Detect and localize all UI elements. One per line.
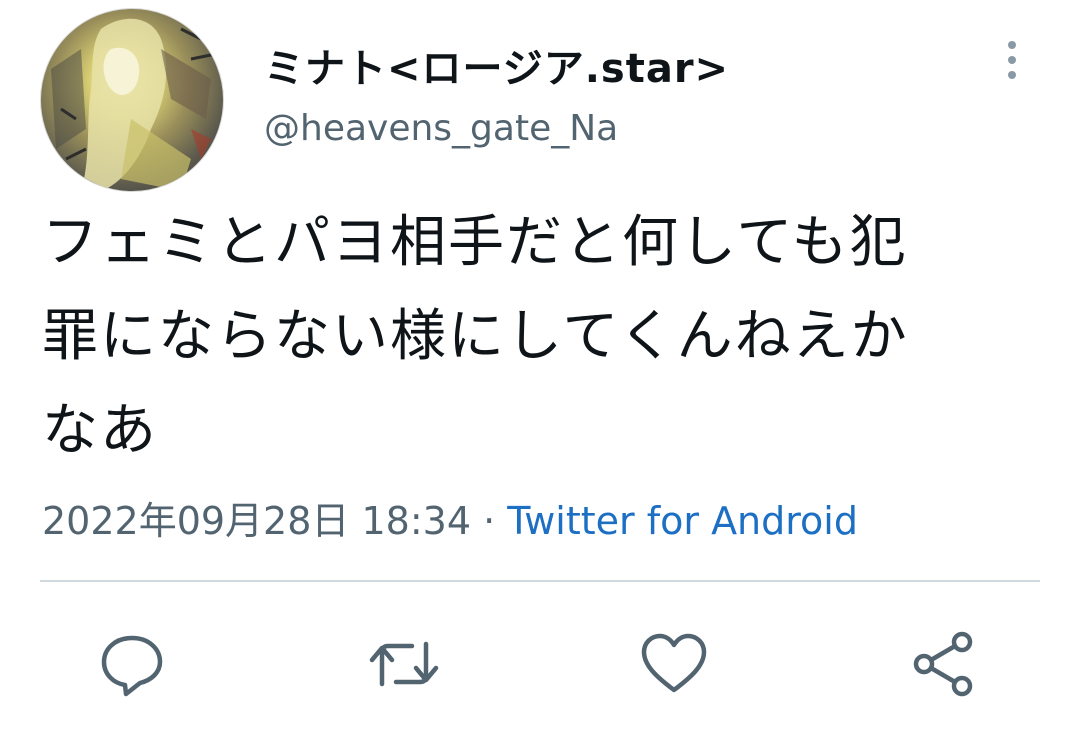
more-options-button[interactable] [1000,38,1024,86]
like-button[interactable] [638,628,710,700]
display-name[interactable]: ミナト<ロージア.star> [264,36,729,94]
source-link[interactable]: Twitter for Android [507,499,858,543]
avatar[interactable] [40,8,224,192]
more-vertical-icon [1008,41,1016,79]
handle[interactable]: @heavens_gate_Na [264,108,618,149]
avatar-image [51,18,217,191]
reply-icon [101,635,163,697]
tweet-text: フェミとパヨ相手だと何しても犯 罪にならない様にしてくんねえか なあ [42,210,909,463]
retweet-icon [369,641,439,687]
share-icon [913,631,973,697]
tweet-meta: 2022年09月28日 18:34 · Twitter for Android [42,490,858,545]
divider [40,580,1040,582]
timestamp[interactable]: 2022年09月28日 18:34 [42,499,471,543]
reply-button[interactable] [96,628,168,700]
heart-icon [641,633,707,693]
meta-separator: · [483,499,496,543]
retweet-button[interactable] [368,628,440,700]
share-button[interactable] [908,628,980,700]
